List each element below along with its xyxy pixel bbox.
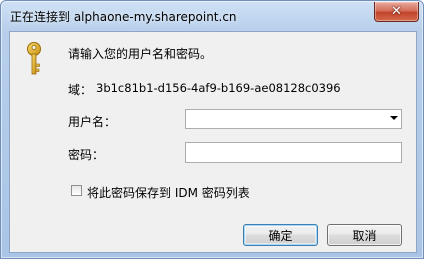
- domain-label: 域：: [68, 83, 93, 97]
- cancel-button[interactable]: 取消: [327, 224, 402, 246]
- username-input[interactable]: [186, 110, 382, 128]
- window-title: 正在连接到 alphaone-my.sharepoint.cn: [10, 10, 237, 24]
- save-password-checkbox[interactable]: [71, 185, 82, 196]
- username-combobox[interactable]: [185, 109, 402, 129]
- domain-value: 3b1c81b1-d156-4af9-b169-ae08128c0396: [96, 81, 341, 95]
- close-icon: ✕: [391, 4, 402, 19]
- ok-button[interactable]: 确定: [243, 224, 318, 246]
- chevron-down-icon[interactable]: [390, 116, 398, 120]
- username-label: 用户名：: [68, 115, 117, 129]
- save-password-label[interactable]: 将此密码保存到 IDM 密码列表: [87, 184, 250, 201]
- close-button[interactable]: ✕: [374, 2, 419, 22]
- password-label: 密码：: [68, 148, 105, 162]
- password-input[interactable]: [185, 142, 402, 163]
- key-icon: [27, 42, 41, 75]
- prompt-text: 请输入您的用户名和密码。: [68, 47, 213, 61]
- title-bar[interactable]: 正在连接到 alphaone-my.sharepoint.cn ✕: [1, 1, 423, 31]
- dialog-content: 请输入您的用户名和密码。 域： 3b1c81b1-d156-4af9-b169-…: [9, 31, 417, 253]
- login-dialog-window: 正在连接到 alphaone-my.sharepoint.cn ✕ 请输入您的用…: [0, 0, 424, 259]
